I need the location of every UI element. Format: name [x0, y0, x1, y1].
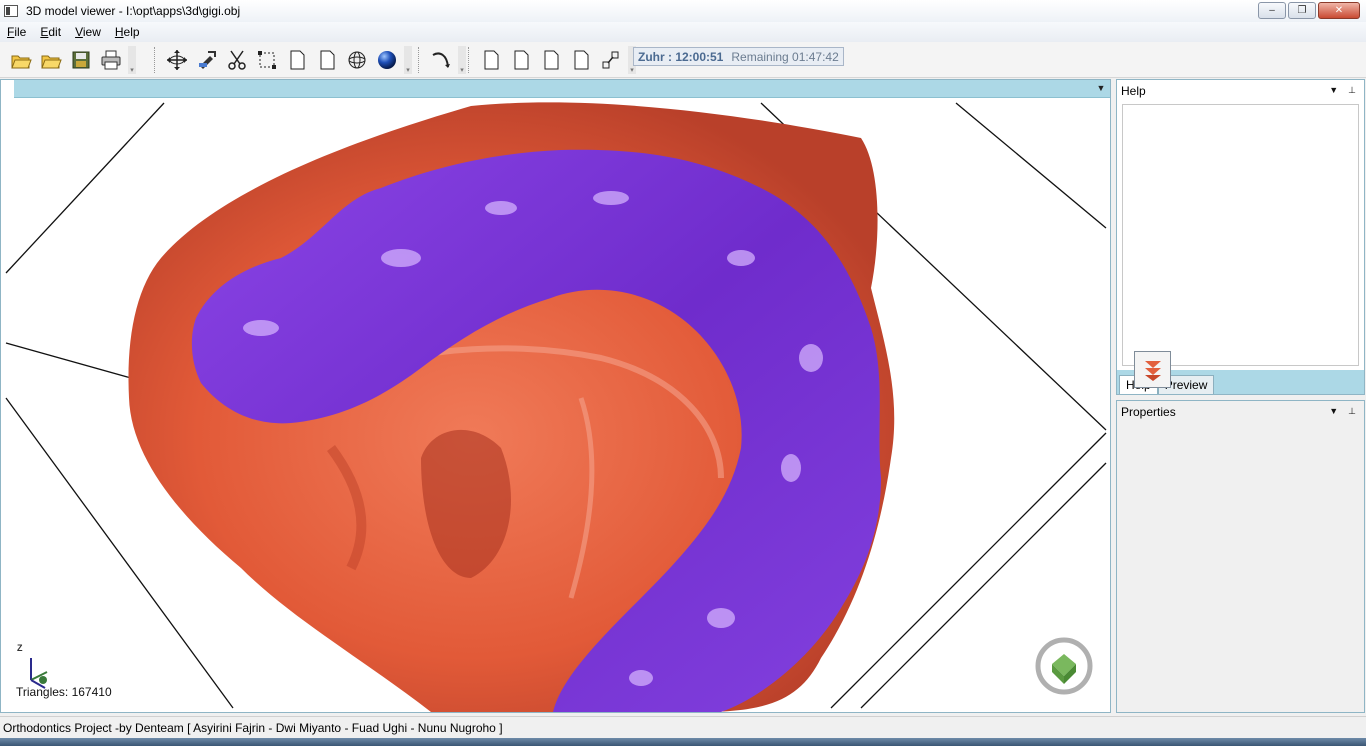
toolbar-overflow-icon[interactable]: ▾: [128, 46, 136, 74]
blank-page-icon[interactable]: [282, 46, 312, 74]
taskbar: [0, 738, 1366, 746]
status-bar: Orthodontics Project -by Denteam [ Asyir…: [0, 716, 1366, 738]
toolbar-grip[interactable]: [154, 47, 158, 73]
cut-icon[interactable]: [222, 46, 252, 74]
menu-view-accel: V: [75, 25, 83, 39]
solid-sphere-icon[interactable]: [372, 46, 402, 74]
prayer-time-indicator: Zuhr : 12:00:51 Remaining 01:47:42: [633, 47, 844, 66]
open-folder-icon[interactable]: [36, 46, 66, 74]
axis-z-label: Z: [17, 643, 23, 653]
3d-scene[interactable]: [1, 98, 1110, 712]
blank-page-icon[interactable]: [476, 46, 506, 74]
help-panel: Help ▼ ⊥ Help Preview: [1116, 79, 1365, 395]
blank-page-icon[interactable]: [506, 46, 536, 74]
fit-view-icon[interactable]: [596, 46, 626, 74]
curve-icon[interactable]: [426, 46, 456, 74]
select-tool-icon[interactable]: [192, 46, 222, 74]
current-prayer: Zuhr : 12:00:51: [638, 49, 724, 64]
blank-page-icon[interactable]: [566, 46, 596, 74]
app-icon: [4, 5, 18, 17]
help-panel-header: Help ▼ ⊥: [1117, 80, 1364, 102]
blank-page-icon[interactable]: [312, 46, 342, 74]
help-content: [1122, 104, 1359, 366]
prayer-remaining: Remaining 01:47:42: [731, 49, 839, 64]
toolbar-grip[interactable]: [418, 47, 422, 73]
viewport-menu-arrow-icon[interactable]: ▼: [1096, 83, 1106, 93]
help-panel-controls: ▼ ⊥: [1329, 85, 1356, 96]
menu-edit[interactable]: Edit: [33, 25, 68, 39]
dock-guide-icon[interactable]: [1134, 351, 1171, 388]
menu-view[interactable]: View: [68, 25, 108, 39]
print-icon[interactable]: [96, 46, 126, 74]
properties-panel: Properties ▼ ⊥: [1116, 400, 1365, 713]
maximize-button[interactable]: ❐: [1288, 2, 1316, 19]
toolbar-overflow-icon[interactable]: ▾: [404, 46, 412, 74]
view-cube-icon: [1035, 637, 1093, 695]
toolbar-group-view: ▾: [462, 45, 636, 75]
rotate-move-icon[interactable]: [162, 46, 192, 74]
transform-icon[interactable]: [252, 46, 282, 74]
status-text: Orthodontics Project -by Denteam [ Asyir…: [3, 720, 503, 735]
menu-view-rest: iew: [82, 25, 101, 39]
3d-viewport[interactable]: ▼ Z Triangles: 167410: [0, 79, 1111, 713]
viewport-header: ▼: [14, 80, 1110, 98]
pin-icon[interactable]: ⊥: [1348, 85, 1356, 96]
properties-panel-header: Properties ▼ ⊥: [1117, 401, 1364, 423]
menu-file[interactable]: File: [0, 25, 33, 39]
title-bar: 3D model viewer - I:\opt\apps\3d\gigi.ob…: [0, 0, 1366, 22]
blank-page-icon[interactable]: [536, 46, 566, 74]
dropdown-icon[interactable]: ▼: [1329, 406, 1338, 417]
menu-edit-rest: dit: [48, 25, 62, 39]
menu-bar: File Edit View Help: [0, 22, 1366, 42]
toolbar-group-file: ▾: [0, 45, 136, 75]
minimize-button[interactable]: –: [1258, 2, 1286, 19]
axis-indicator: [30, 658, 48, 689]
open-folder-icon[interactable]: [6, 46, 36, 74]
menu-help[interactable]: Help: [108, 25, 147, 39]
window-title: 3D model viewer - I:\opt\apps\3d\gigi.ob…: [26, 4, 241, 18]
menu-file-rest: ile: [14, 25, 27, 39]
window-controls: – ❐ ✕: [1258, 2, 1360, 19]
dropdown-icon[interactable]: ▼: [1329, 85, 1338, 96]
close-button[interactable]: ✕: [1318, 2, 1360, 19]
toolbar-grip[interactable]: [468, 47, 472, 73]
toolbar-group-tools: ▾: [148, 45, 412, 75]
help-panel-title: Help: [1121, 84, 1146, 98]
triangle-count: Triangles: 167410: [16, 685, 112, 699]
menu-help-accel: H: [114, 25, 124, 39]
properties-panel-title: Properties: [1121, 405, 1176, 419]
toolbar-group-curve: ▾: [412, 45, 466, 75]
menu-help-rest: elp: [123, 25, 140, 39]
pin-icon[interactable]: ⊥: [1348, 406, 1356, 417]
properties-panel-controls: ▼ ⊥: [1329, 406, 1356, 417]
wireframe-sphere-icon[interactable]: [342, 46, 372, 74]
save-icon[interactable]: [66, 46, 96, 74]
